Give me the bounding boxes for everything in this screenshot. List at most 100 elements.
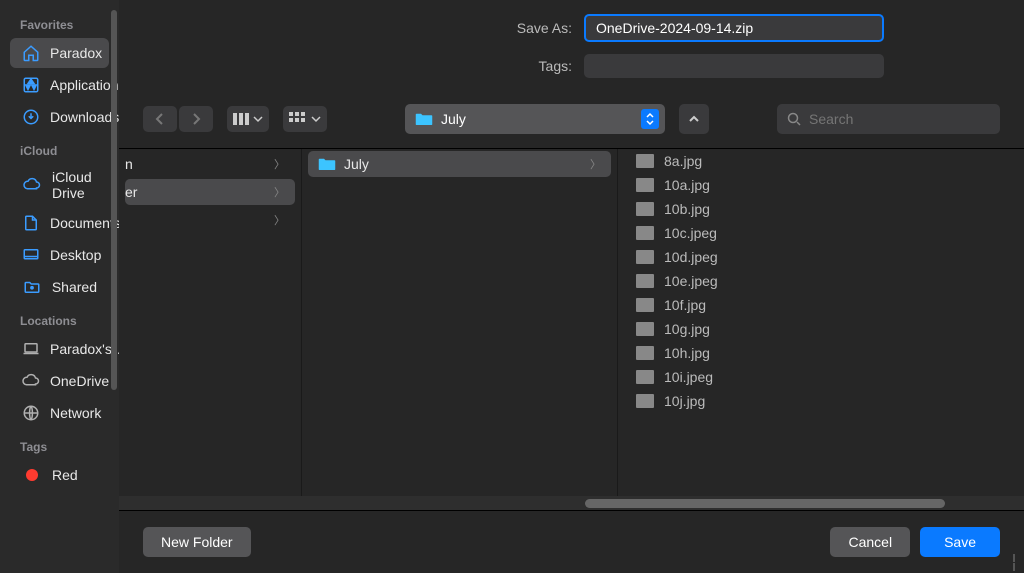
- file-name: 10i.jpeg: [664, 369, 713, 385]
- sidebar-item-label: Paradox: [50, 45, 102, 61]
- sidebar-item-label: Network: [50, 405, 101, 421]
- sidebar-item-label: Applications: [50, 77, 119, 93]
- chevron-right-icon: 〉: [274, 184, 285, 200]
- sidebar-item-desktop[interactable]: Desktop: [10, 240, 109, 270]
- image-thumbnail-icon: [636, 346, 654, 360]
- search-icon: [787, 112, 801, 126]
- sidebar-item-label: Downloads: [50, 109, 119, 125]
- sidebar-item-downloads[interactable]: Downloads: [10, 102, 109, 132]
- sidebar: Favorites Paradox Applications Downloads…: [0, 0, 119, 573]
- horizontal-scrollbar-track[interactable]: [119, 496, 1024, 510]
- group-button[interactable]: [283, 106, 327, 132]
- sidebar-item-label: Shared: [52, 279, 97, 295]
- sidebar-item-label: Desktop: [50, 247, 101, 263]
- item-label: er: [125, 184, 274, 200]
- file-name: 10g.jpg: [664, 321, 710, 337]
- file-name: 10e.jpeg: [664, 273, 718, 289]
- column-2: July 〉: [302, 149, 618, 496]
- image-thumbnail-icon: [636, 154, 654, 168]
- list-item[interactable]: n 〉: [125, 151, 295, 177]
- file-item[interactable]: 10h.jpg: [618, 341, 1024, 365]
- file-item[interactable]: 10i.jpeg: [618, 365, 1024, 389]
- list-item[interactable]: 〉: [125, 207, 295, 233]
- sidebar-item-label: Paradox's…: [50, 341, 119, 357]
- sidebar-item-network[interactable]: Network: [10, 398, 109, 428]
- search-field[interactable]: [777, 104, 1000, 134]
- sidebar-item-red-tag[interactable]: Red: [10, 460, 109, 490]
- sidebar-item-icloud-drive[interactable]: iCloud Drive: [10, 164, 109, 206]
- sidebar-item-shared[interactable]: Shared: [10, 272, 109, 302]
- sidebar-section-favorites: Favorites: [0, 8, 119, 36]
- file-name: 10a.jpg: [664, 177, 710, 193]
- image-thumbnail-icon: [636, 394, 654, 408]
- desktop-icon: [22, 245, 40, 265]
- search-input[interactable]: [801, 111, 990, 127]
- grid-icon: [289, 112, 307, 126]
- image-thumbnail-icon: [636, 274, 654, 288]
- main: Save As: Tags: July: [119, 0, 1024, 573]
- image-thumbnail-icon: [636, 202, 654, 216]
- columns-icon: [233, 112, 249, 126]
- back-button[interactable]: [143, 106, 177, 132]
- file-item[interactable]: 10j.jpg: [618, 389, 1024, 413]
- sidebar-item-applications[interactable]: Applications: [10, 70, 109, 100]
- tags-input[interactable]: [584, 54, 884, 78]
- red-dot-icon: [22, 465, 42, 485]
- item-label: n: [125, 156, 274, 172]
- new-folder-button[interactable]: New Folder: [143, 527, 251, 557]
- forward-button[interactable]: [179, 106, 213, 132]
- house-icon: [22, 43, 40, 63]
- sidebar-item-documents[interactable]: Documents: [10, 208, 109, 238]
- sidebar-section-tags: Tags: [0, 430, 119, 458]
- sidebar-item-label: iCloud Drive: [52, 169, 97, 201]
- tags-row: Tags:: [119, 48, 1024, 92]
- view-mode-button[interactable]: [227, 106, 269, 132]
- chevron-right-icon: 〉: [590, 156, 601, 172]
- column-3: 8a.jpg 10a.jpg 10b.jpg 10c.jpeg 10d.jpeg 10e.…: [618, 149, 1024, 496]
- file-item[interactable]: 8a.jpg: [618, 149, 1024, 173]
- shared-folder-icon: [22, 277, 42, 297]
- file-name: 10f.jpg: [664, 297, 706, 313]
- image-thumbnail-icon: [636, 178, 654, 192]
- file-item[interactable]: 10b.jpg: [618, 197, 1024, 221]
- list-item[interactable]: er 〉: [125, 179, 295, 205]
- file-item[interactable]: 10f.jpg: [618, 293, 1024, 317]
- sidebar-item-paradox[interactable]: Paradox: [10, 38, 109, 68]
- file-name: 10c.jpeg: [664, 225, 717, 241]
- sidebar-scrollbar[interactable]: [111, 10, 117, 390]
- sidebar-item-label: Red: [52, 467, 97, 483]
- chevron-updown-icon: [641, 109, 659, 129]
- footer: New Folder Cancel Save: [119, 511, 1024, 573]
- column-browser: n 〉 er 〉 〉 July 〉 8a.jpg 10a.jpg 10b.jpg 10…: [119, 149, 1024, 496]
- chevron-down-icon: [253, 115, 263, 123]
- applications-icon: [22, 75, 40, 95]
- list-item-july[interactable]: July 〉: [308, 151, 611, 177]
- image-thumbnail-icon: [636, 370, 654, 384]
- horizontal-scrollbar-thumb[interactable]: [585, 499, 945, 508]
- file-item[interactable]: 10e.jpeg: [618, 269, 1024, 293]
- file-name: 10d.jpeg: [664, 249, 718, 265]
- column-1: n 〉 er 〉 〉: [119, 149, 302, 496]
- save-button[interactable]: Save: [920, 527, 1000, 557]
- sidebar-item-onedrive[interactable]: OneDrive: [10, 366, 109, 396]
- chevron-down-icon: [311, 115, 321, 123]
- filename-input[interactable]: [584, 14, 884, 42]
- cloud-icon: [22, 371, 40, 391]
- cancel-button[interactable]: Cancel: [830, 527, 910, 557]
- image-thumbnail-icon: [636, 250, 654, 264]
- tags-label: Tags:: [119, 58, 584, 74]
- path-button[interactable]: July: [405, 104, 665, 134]
- sidebar-item-paradox-mac[interactable]: Paradox's…: [10, 334, 109, 364]
- file-item[interactable]: 10c.jpeg: [618, 221, 1024, 245]
- cloud-icon: [22, 175, 42, 195]
- item-label: July: [344, 156, 590, 172]
- up-folder-button[interactable]: [679, 104, 709, 134]
- sidebar-section-locations: Locations: [0, 304, 119, 332]
- file-item[interactable]: 10a.jpg: [618, 173, 1024, 197]
- file-item[interactable]: 10g.jpg: [618, 317, 1024, 341]
- sidebar-item-label: Documents: [50, 215, 119, 231]
- downloads-icon: [22, 107, 40, 127]
- file-item[interactable]: 10d.jpeg: [618, 245, 1024, 269]
- sidebar-section-icloud: iCloud: [0, 134, 119, 162]
- sidebar-item-label: OneDrive: [50, 373, 109, 389]
